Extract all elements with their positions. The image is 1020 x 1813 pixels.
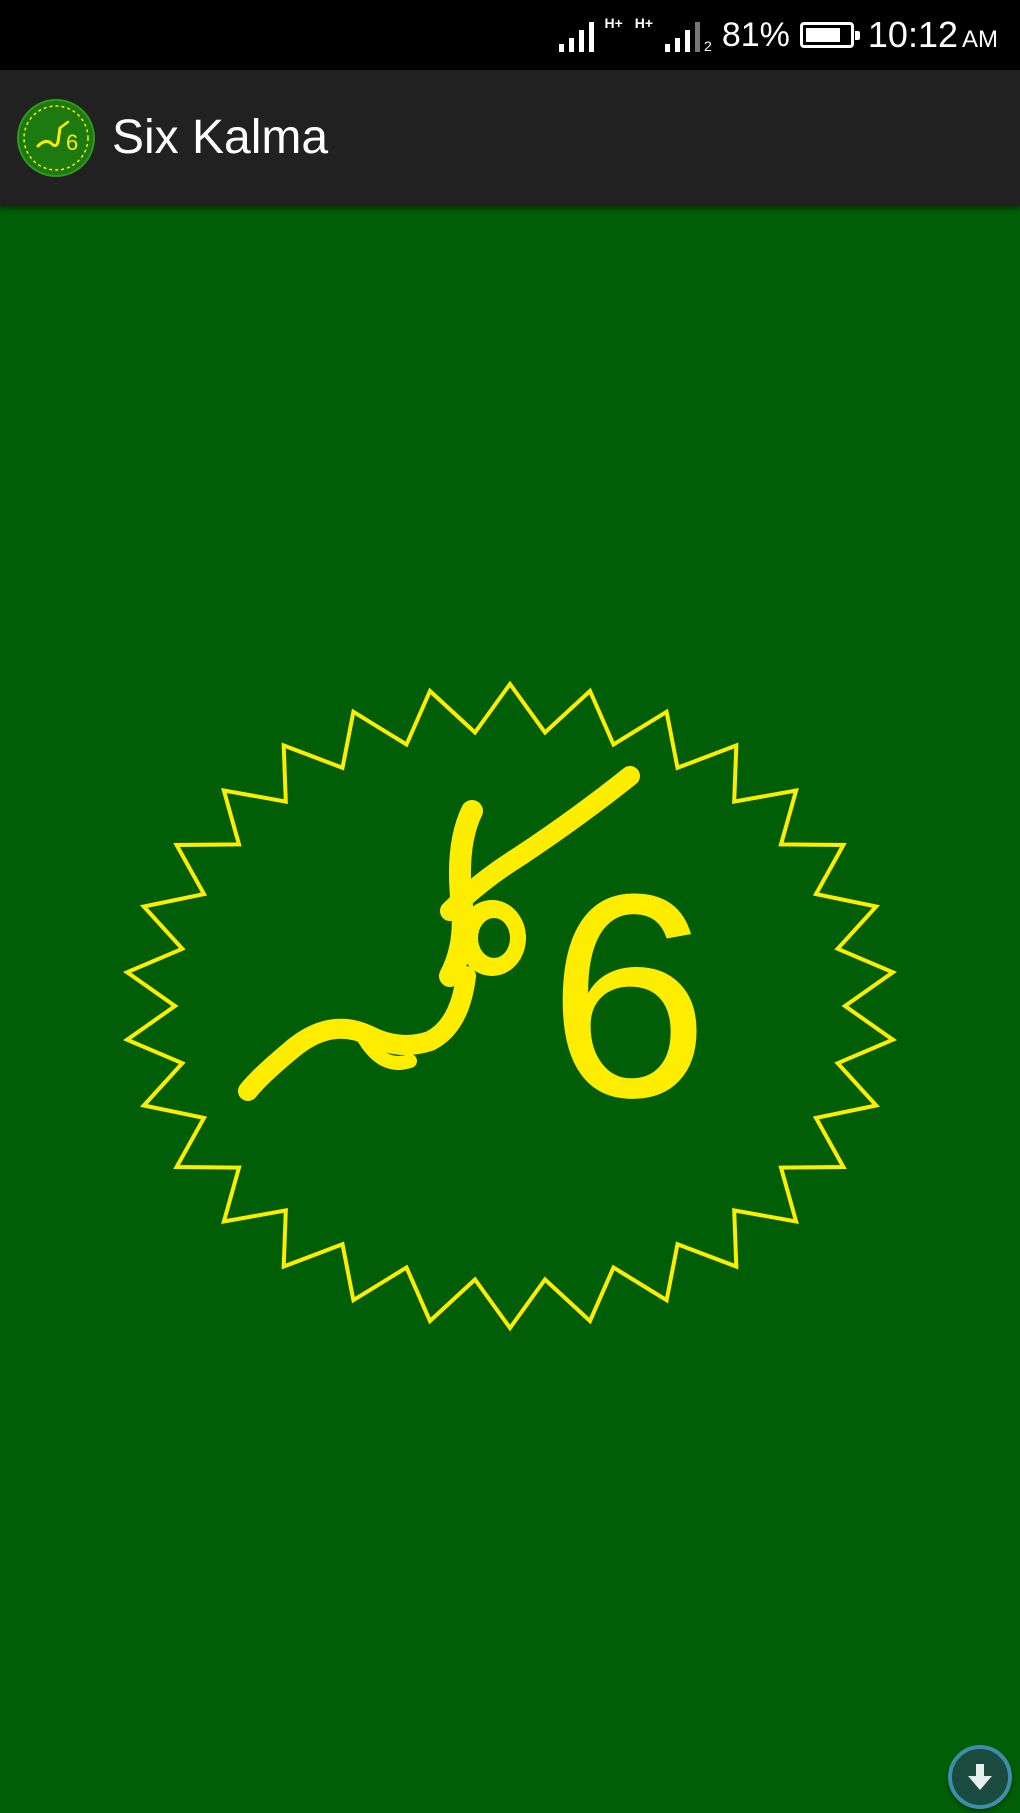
clock-time: 10:12 — [867, 14, 958, 55]
sim-slot-label: 2 — [704, 38, 712, 54]
battery-icon — [799, 22, 860, 48]
status-icons: H+ H+ 2 81% 10:12 AM — [559, 0, 998, 70]
signal-strength-icon — [559, 18, 595, 52]
calligraphy-loop-hole — [478, 918, 510, 958]
download-arrow-icon — [968, 1764, 992, 1790]
status-bar: H+ H+ 2 81% 10:12 AM — [0, 0, 1020, 70]
logo-number: 6 — [548, 834, 709, 1158]
status-clock: 10:12 AM — [868, 14, 998, 56]
battery-fill — [805, 28, 840, 42]
starburst-outline — [123, 680, 897, 1332]
app-title: Six Kalma — [112, 111, 329, 164]
download-button[interactable] — [948, 1745, 1012, 1809]
six-kalma-starburst-logo-icon: 6 — [123, 680, 897, 1332]
app-logo-number: 6 — [66, 130, 78, 155]
battery-percent: 81% — [721, 15, 790, 54]
app-bar: 6 Six Kalma — [0, 70, 1020, 206]
clock-ampm: AM — [962, 26, 998, 53]
network-type-label: H+ — [604, 15, 623, 31]
splash-content: 6 — [0, 206, 1020, 1813]
six-kalma-logo-icon[interactable]: 6 — [16, 98, 96, 178]
network-type-label-2: H+ — [634, 15, 654, 31]
signal-strength-icon-2 — [665, 18, 701, 52]
